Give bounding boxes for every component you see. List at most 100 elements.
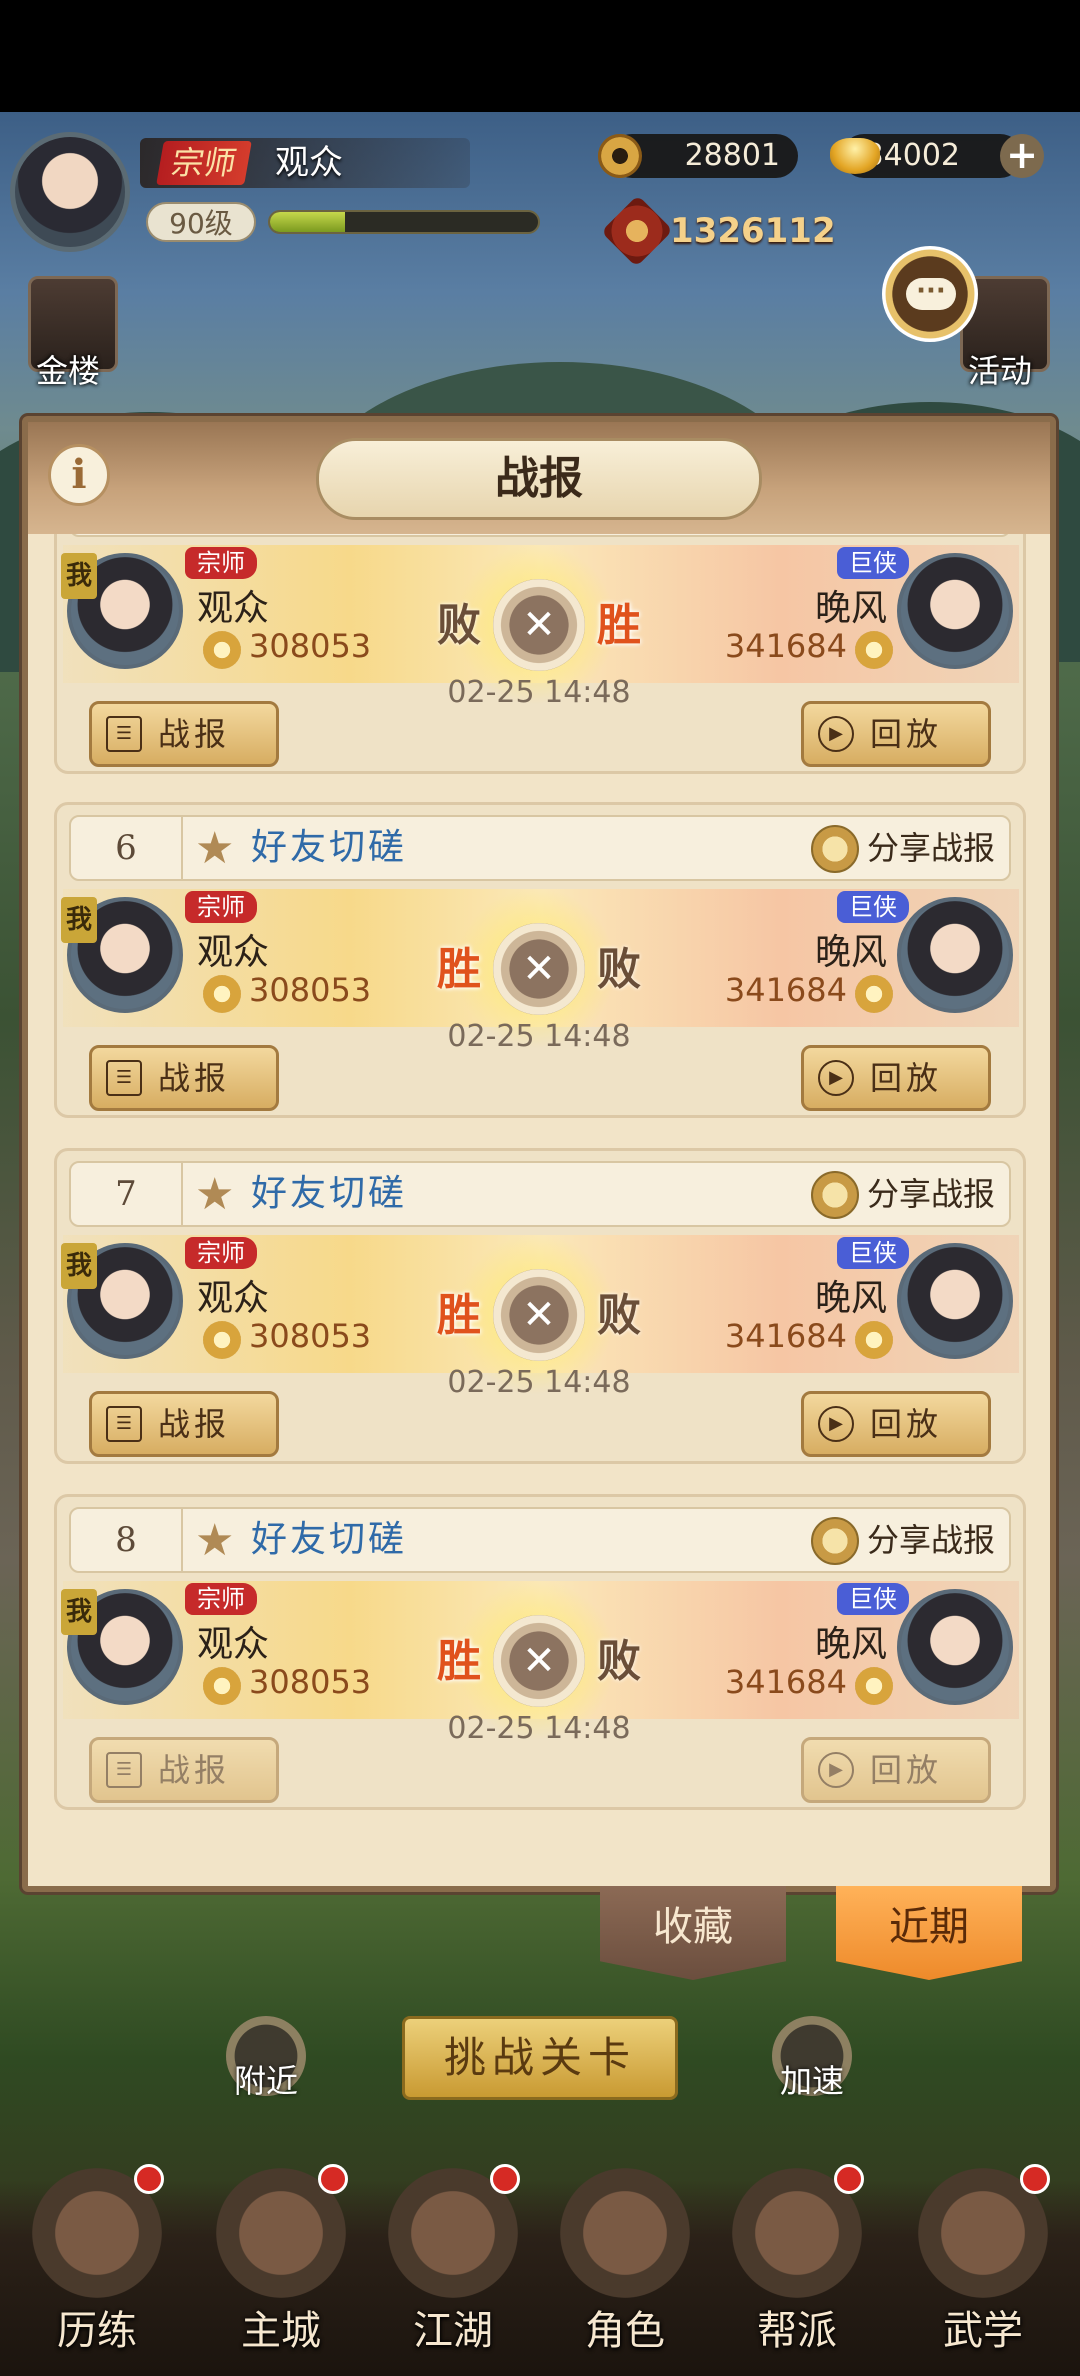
share-report-link[interactable]: 分享战报 [867,1163,995,1225]
left-fighter-name: 观众 [197,1624,270,1665]
right-rank-badge: 巨侠 [837,547,909,579]
replay-button[interactable]: ▶ 回放 [801,701,991,767]
left-fighter-power: 308053 [249,971,372,1009]
left-rank-badge: 宗师 [185,547,257,579]
crossed-swords-icon: ✕ [493,923,585,1015]
star-icon[interactable]: ★ [195,1519,239,1563]
list-icon: ☰ [106,1406,142,1442]
nav-item-martial-arts[interactable]: 武学 [898,2164,1068,2376]
right-fighter-power: 341684 [724,1663,847,1701]
info-icon[interactable]: i [48,444,110,506]
battle-report-card: 6 ★ 好友切磋 分享战报 我 宗师 观众 308053 ✕ 胜 败 巨侠 晚风… [54,802,1026,1118]
battle-report-list[interactable]: 我 宗师 观众 308053 ✕ 败 胜 巨侠 晚风 341684 02-25 … [48,534,1032,1870]
power-coin-icon [855,975,893,1013]
combat-power-value: 1326112 [670,211,836,251]
view-report-label: 战报 [158,1405,231,1443]
player-level: 90级 [146,202,256,242]
activity-label: 活动 [968,352,1033,390]
battle-type: 好友切磋 [251,1519,408,1560]
left-result: 胜 [437,1636,481,1687]
nav-label: 江湖 [413,2308,493,2354]
left-fighter-power: 308053 [249,1317,372,1355]
nav-item-training[interactable]: 历练 [12,2164,182,2376]
player-avatar[interactable] [10,132,130,252]
add-currency-button[interactable]: + [1000,134,1044,178]
view-report-button[interactable]: ☰ 战报 [89,1045,279,1111]
gold-ingot-icon [830,138,880,174]
left-fighter-name: 观众 [197,588,270,629]
left-fighter-name: 观众 [197,1278,270,1319]
left-result: 胜 [437,944,481,995]
share-icon[interactable] [811,1171,859,1219]
me-tag: 我 [61,1243,97,1289]
view-report-button[interactable]: ☰ 战报 [89,1737,279,1803]
replay-button[interactable]: ▶ 回放 [801,1737,991,1803]
report-number: 8 [71,1509,183,1571]
nav-item-character[interactable]: 角色 [540,2168,710,2376]
power-coin-icon [855,1321,893,1359]
me-tag: 我 [61,897,97,943]
right-fighter-name: 晚风 [814,1278,887,1319]
nav-item-jianghu[interactable]: 江湖 [368,2164,538,2376]
view-report-label: 战报 [158,715,231,753]
view-report-button[interactable]: ☰ 战报 [89,1391,279,1457]
right-result: 败 [597,1290,641,1341]
right-fighter-power: 341684 [724,627,847,665]
share-report-link[interactable]: 分享战报 [867,1509,995,1571]
nav-label: 主城 [241,2308,321,2354]
nav-label: 武学 [943,2308,1023,2354]
experience-bar-fill [270,212,346,232]
power-coin-icon [203,631,241,669]
replay-label: 回放 [870,715,943,753]
chat-bubble-icon: ··· [906,278,956,310]
replay-button[interactable]: ▶ 回放 [801,1391,991,1457]
play-icon: ▶ [818,1406,854,1442]
right-fighter-name: 晚风 [814,932,887,973]
right-result: 胜 [597,600,641,651]
nav-label: 帮派 [757,2308,837,2354]
nav-item-main-city[interactable]: 主城 [196,2164,366,2376]
crossed-swords-icon: ✕ [493,579,585,671]
coin-icon [598,134,642,178]
character-icon [560,2168,690,2298]
power-coin-icon [855,1667,893,1705]
replay-label: 回放 [870,1059,943,1097]
report-number: 7 [71,1163,183,1225]
challenge-stage-button[interactable]: 挑战关卡 [402,2016,678,2100]
share-report-link[interactable]: 分享战报 [867,817,995,879]
share-icon[interactable] [811,1517,859,1565]
nearby-label: 附近 [233,2062,298,2100]
tab-recent[interactable]: 近期 [836,1886,1022,1980]
star-icon[interactable]: ★ [195,1173,239,1217]
power-coin-icon [203,1321,241,1359]
view-report-label: 战报 [158,1059,231,1097]
right-fighter-avatar [897,1589,1013,1705]
speed-up-label: 加速 [779,2062,844,2100]
star-icon[interactable]: ★ [195,827,239,871]
tab-favorites[interactable]: 收藏 [600,1886,786,1980]
notification-dot [490,2164,520,2194]
right-fighter-power: 341684 [724,1317,847,1355]
left-fighter-power: 308053 [249,627,372,665]
card-header: 7 ★ 好友切磋 分享战报 [69,1161,1011,1227]
list-icon: ☰ [106,1752,142,1788]
list-icon: ☰ [106,1060,142,1096]
right-result: 败 [597,1636,641,1687]
right-fighter-power: 341684 [724,971,847,1009]
right-fighter-name: 晚风 [814,588,887,629]
power-coin-icon [855,631,893,669]
view-report-button[interactable]: ☰ 战报 [89,701,279,767]
nav-item-guild[interactable]: 帮派 [712,2164,882,2376]
replay-button[interactable]: ▶ 回放 [801,1045,991,1111]
battle-report-card: 8 ★ 好友切磋 分享战报 我 宗师 观众 308053 ✕ 胜 败 巨侠 晚风… [54,1494,1026,1810]
left-result: 胜 [437,1290,481,1341]
me-tag: 我 [61,1589,97,1635]
battle-report-card: 7 ★ 好友切磋 分享战报 我 宗师 观众 308053 ✕ 胜 败 巨侠 晚风… [54,1148,1026,1464]
crossed-swords-icon: ✕ [493,1269,585,1361]
list-icon: ☰ [106,716,142,752]
right-rank-badge: 巨侠 [837,891,909,923]
share-icon[interactable] [811,825,859,873]
power-coin-icon [203,975,241,1013]
right-fighter-avatar [897,897,1013,1013]
power-coin-icon [203,1667,241,1705]
